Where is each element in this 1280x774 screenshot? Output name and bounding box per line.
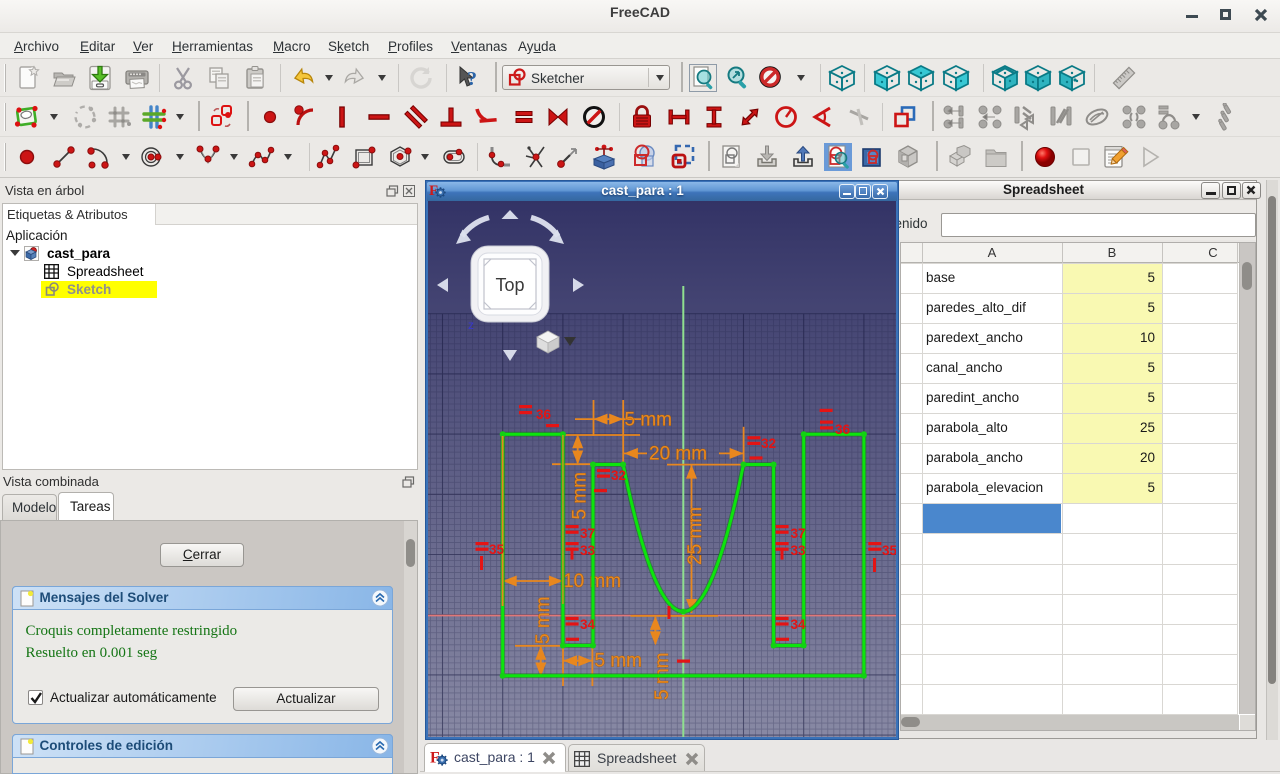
svg-text:F: F xyxy=(430,750,440,767)
svg-text:5 mm: 5 mm xyxy=(625,410,673,431)
svg-text:35: 35 xyxy=(489,542,505,557)
svg-text:5 mm: 5 mm xyxy=(570,472,591,520)
svg-text:32: 32 xyxy=(761,436,776,451)
svg-text:20 mm: 20 mm xyxy=(649,444,707,465)
svg-text:32: 32 xyxy=(611,468,626,483)
svg-text:z: z xyxy=(468,318,474,332)
svg-text:34: 34 xyxy=(791,617,807,632)
svg-text:37: 37 xyxy=(791,526,806,541)
svg-text:Top: Top xyxy=(495,275,524,295)
svg-text:33: 33 xyxy=(580,543,596,558)
svg-text:5 mm: 5 mm xyxy=(533,597,554,645)
svg-text:36: 36 xyxy=(536,407,552,422)
svg-text:36: 36 xyxy=(835,422,851,437)
svg-text:33: 33 xyxy=(791,543,807,558)
svg-text:35: 35 xyxy=(882,543,896,558)
svg-text:34: 34 xyxy=(580,617,596,632)
svg-text:5 mm: 5 mm xyxy=(595,651,643,672)
svg-text:37: 37 xyxy=(580,526,595,541)
svg-text:25 mm: 25 mm xyxy=(685,507,706,565)
svg-text:?: ? xyxy=(467,68,477,90)
